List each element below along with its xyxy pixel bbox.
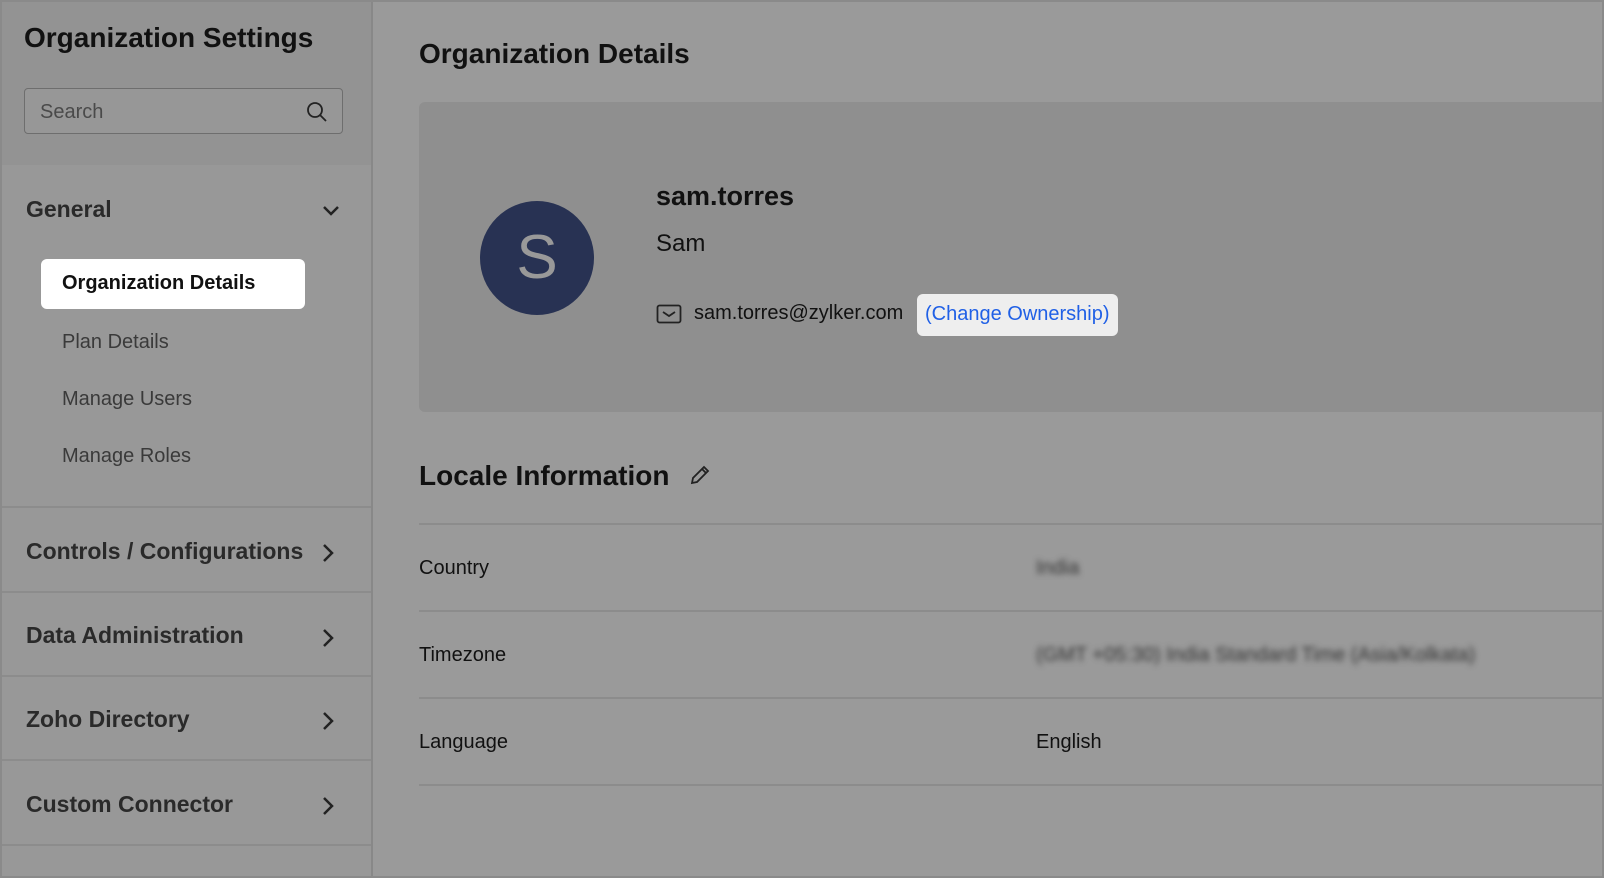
window-frame (0, 0, 1604, 878)
